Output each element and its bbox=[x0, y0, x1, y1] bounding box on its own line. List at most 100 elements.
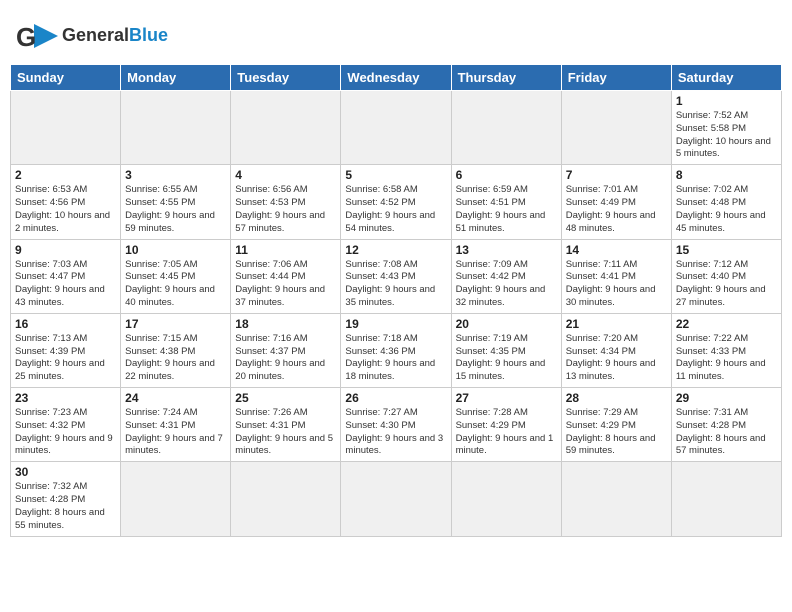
svg-text:G: G bbox=[16, 22, 36, 52]
day-number: 18 bbox=[235, 317, 336, 331]
day-number: 16 bbox=[15, 317, 116, 331]
day-number: 10 bbox=[125, 243, 226, 257]
day-info: Sunrise: 7:23 AM Sunset: 4:32 PM Dayligh… bbox=[15, 407, 116, 458]
calendar-week-row: 30 Sunrise: 7:32 AM Sunset: 4:28 PM Dayli… bbox=[11, 462, 782, 536]
calendar-week-row: 23Sunrise: 7:23 AM Sunset: 4:32 PM Dayli… bbox=[11, 388, 782, 462]
calendar-cell: 27 Sunrise: 7:28 AM Sunset: 4:29 PM Dayli… bbox=[451, 388, 561, 462]
calendar-cell: 7 Sunrise: 7:01 AM Sunset: 4:49 PM Daylig… bbox=[561, 165, 671, 239]
day-info: Sunrise: 7:31 AM Sunset: 4:28 PM Dayligh… bbox=[676, 407, 777, 458]
day-number: 28 bbox=[566, 391, 667, 405]
calendar-cell: 21Sunrise: 7:20 AM Sunset: 4:34 PM Dayli… bbox=[561, 313, 671, 387]
calendar-cell: 3 Sunrise: 6:55 AM Sunset: 4:55 PM Daylig… bbox=[121, 165, 231, 239]
day-info: Sunrise: 7:26 AM Sunset: 4:31 PM Dayligh… bbox=[235, 407, 336, 458]
calendar-cell bbox=[671, 462, 781, 536]
day-number: 24 bbox=[125, 391, 226, 405]
calendar-cell: 18 Sunrise: 7:16 AM Sunset: 4:37 PM Dayli… bbox=[231, 313, 341, 387]
calendar-cell bbox=[561, 91, 671, 165]
calendar-cell: 25 Sunrise: 7:26 AM Sunset: 4:31 PM Dayli… bbox=[231, 388, 341, 462]
day-info: Sunrise: 7:16 AM Sunset: 4:37 PM Dayligh… bbox=[235, 333, 336, 384]
calendar-cell bbox=[341, 91, 451, 165]
weekday-header-monday: Monday bbox=[121, 65, 231, 91]
calendar-week-row: 9 Sunrise: 7:03 AM Sunset: 4:47 PM Daylig… bbox=[11, 239, 782, 313]
day-number: 30 bbox=[15, 465, 116, 479]
day-number: 8 bbox=[676, 168, 777, 182]
day-info: Sunrise: 7:13 AM Sunset: 4:39 PM Dayligh… bbox=[15, 333, 116, 384]
day-info: Sunrise: 7:12 AM Sunset: 4:40 PM Dayligh… bbox=[676, 259, 777, 310]
day-number: 22 bbox=[676, 317, 777, 331]
day-info: Sunrise: 7:05 AM Sunset: 4:45 PM Dayligh… bbox=[125, 259, 226, 310]
day-info: Sunrise: 7:08 AM Sunset: 4:43 PM Dayligh… bbox=[345, 259, 446, 310]
day-info: Sunrise: 6:59 AM Sunset: 4:51 PM Dayligh… bbox=[456, 184, 557, 235]
day-number: 19 bbox=[345, 317, 446, 331]
day-number: 9 bbox=[15, 243, 116, 257]
day-number: 15 bbox=[676, 243, 777, 257]
day-info: Sunrise: 7:02 AM Sunset: 4:48 PM Dayligh… bbox=[676, 184, 777, 235]
day-number: 3 bbox=[125, 168, 226, 182]
day-number: 4 bbox=[235, 168, 336, 182]
calendar-cell: 22 Sunrise: 7:22 AM Sunset: 4:33 PM Dayli… bbox=[671, 313, 781, 387]
day-number: 21 bbox=[566, 317, 667, 331]
calendar-cell: 16 Sunrise: 7:13 AM Sunset: 4:39 PM Dayli… bbox=[11, 313, 121, 387]
day-number: 20 bbox=[456, 317, 557, 331]
calendar-cell: 12 Sunrise: 7:08 AM Sunset: 4:43 PM Dayli… bbox=[341, 239, 451, 313]
day-number: 6 bbox=[456, 168, 557, 182]
calendar-cell: 2Sunrise: 6:53 AM Sunset: 4:56 PM Daylig… bbox=[11, 165, 121, 239]
day-number: 13 bbox=[456, 243, 557, 257]
weekday-header-friday: Friday bbox=[561, 65, 671, 91]
day-info: Sunrise: 7:29 AM Sunset: 4:29 PM Dayligh… bbox=[566, 407, 667, 458]
calendar-week-row: 1 Sunrise: 7:52 AM Sunset: 5:58 PM Daylig… bbox=[11, 91, 782, 165]
calendar-cell: 23Sunrise: 7:23 AM Sunset: 4:32 PM Dayli… bbox=[11, 388, 121, 462]
calendar-cell: 29 Sunrise: 7:31 AM Sunset: 4:28 PM Dayli… bbox=[671, 388, 781, 462]
day-number: 25 bbox=[235, 391, 336, 405]
header: G GeneralBlue bbox=[10, 10, 782, 58]
day-info: Sunrise: 6:55 AM Sunset: 4:55 PM Dayligh… bbox=[125, 184, 226, 235]
logo: G GeneralBlue bbox=[14, 18, 168, 54]
calendar-cell: 30 Sunrise: 7:32 AM Sunset: 4:28 PM Dayli… bbox=[11, 462, 121, 536]
day-number: 1 bbox=[676, 94, 777, 108]
day-info: Sunrise: 7:01 AM Sunset: 4:49 PM Dayligh… bbox=[566, 184, 667, 235]
day-info: Sunrise: 7:22 AM Sunset: 4:33 PM Dayligh… bbox=[676, 333, 777, 384]
calendar-cell bbox=[231, 91, 341, 165]
calendar-cell: 5Sunrise: 6:58 AM Sunset: 4:52 PM Daylig… bbox=[341, 165, 451, 239]
day-info: Sunrise: 7:52 AM Sunset: 5:58 PM Dayligh… bbox=[676, 110, 777, 161]
day-info: Sunrise: 7:03 AM Sunset: 4:47 PM Dayligh… bbox=[15, 259, 116, 310]
calendar-cell: 17Sunrise: 7:15 AM Sunset: 4:38 PM Dayli… bbox=[121, 313, 231, 387]
day-number: 11 bbox=[235, 243, 336, 257]
calendar-cell: 20Sunrise: 7:19 AM Sunset: 4:35 PM Dayli… bbox=[451, 313, 561, 387]
day-number: 27 bbox=[456, 391, 557, 405]
day-number: 2 bbox=[15, 168, 116, 182]
calendar-cell: 6 Sunrise: 6:59 AM Sunset: 4:51 PM Daylig… bbox=[451, 165, 561, 239]
calendar-cell: 14Sunrise: 7:11 AM Sunset: 4:41 PM Dayli… bbox=[561, 239, 671, 313]
calendar-cell: 9 Sunrise: 7:03 AM Sunset: 4:47 PM Daylig… bbox=[11, 239, 121, 313]
day-number: 29 bbox=[676, 391, 777, 405]
day-info: Sunrise: 7:06 AM Sunset: 4:44 PM Dayligh… bbox=[235, 259, 336, 310]
calendar-week-row: 16 Sunrise: 7:13 AM Sunset: 4:39 PM Dayli… bbox=[11, 313, 782, 387]
calendar-cell: 15 Sunrise: 7:12 AM Sunset: 4:40 PM Dayli… bbox=[671, 239, 781, 313]
day-info: Sunrise: 7:18 AM Sunset: 4:36 PM Dayligh… bbox=[345, 333, 446, 384]
calendar-table: SundayMondayTuesdayWednesdayThursdayFrid… bbox=[10, 64, 782, 537]
calendar-cell: 19 Sunrise: 7:18 AM Sunset: 4:36 PM Dayli… bbox=[341, 313, 451, 387]
calendar-cell bbox=[231, 462, 341, 536]
day-number: 26 bbox=[345, 391, 446, 405]
calendar-cell bbox=[121, 91, 231, 165]
calendar-cell: 8 Sunrise: 7:02 AM Sunset: 4:48 PM Daylig… bbox=[671, 165, 781, 239]
weekday-header-saturday: Saturday bbox=[671, 65, 781, 91]
day-number: 7 bbox=[566, 168, 667, 182]
day-info: Sunrise: 7:27 AM Sunset: 4:30 PM Dayligh… bbox=[345, 407, 446, 458]
day-info: Sunrise: 7:15 AM Sunset: 4:38 PM Dayligh… bbox=[125, 333, 226, 384]
weekday-header-wednesday: Wednesday bbox=[341, 65, 451, 91]
calendar-cell bbox=[451, 462, 561, 536]
calendar-header-row: SundayMondayTuesdayWednesdayThursdayFrid… bbox=[11, 65, 782, 91]
calendar-cell: 13Sunrise: 7:09 AM Sunset: 4:42 PM Dayli… bbox=[451, 239, 561, 313]
day-number: 12 bbox=[345, 243, 446, 257]
calendar-cell: 1 Sunrise: 7:52 AM Sunset: 5:58 PM Daylig… bbox=[671, 91, 781, 165]
weekday-header-tuesday: Tuesday bbox=[231, 65, 341, 91]
weekday-header-sunday: Sunday bbox=[11, 65, 121, 91]
calendar-cell bbox=[121, 462, 231, 536]
day-info: Sunrise: 7:24 AM Sunset: 4:31 PM Dayligh… bbox=[125, 407, 226, 458]
logo-wordmark: GeneralBlue bbox=[62, 26, 168, 46]
day-number: 14 bbox=[566, 243, 667, 257]
day-info: Sunrise: 6:56 AM Sunset: 4:53 PM Dayligh… bbox=[235, 184, 336, 235]
day-info: Sunrise: 7:28 AM Sunset: 4:29 PM Dayligh… bbox=[456, 407, 557, 458]
day-info: Sunrise: 7:32 AM Sunset: 4:28 PM Dayligh… bbox=[15, 481, 116, 532]
